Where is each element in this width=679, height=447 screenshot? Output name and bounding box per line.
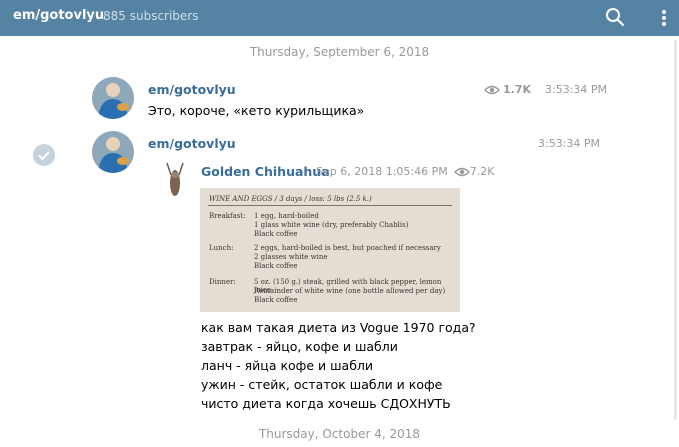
photo-lunch-line: 2 glasses white wine [254,253,328,261]
message-author[interactable]: em/gotovlyu [148,136,236,151]
channel-header: em/gotovlyu 885 subscribers [0,0,679,36]
caption-line: как вам такая диета из Vogue 1970 года? [201,320,476,335]
photo-breakfast-line: Black coffee [254,230,298,238]
forwarded-author[interactable]: Golden Chihuahua [201,164,330,179]
channel-avatar[interactable] [92,77,134,119]
search-icon[interactable] [605,7,625,27]
photo-dinner-line: Black coffee [254,296,298,304]
scrollbar[interactable] [674,40,677,420]
forwarded-avatar[interactable] [160,161,190,201]
views-eye-icon [453,167,470,176]
photo-breakfast-label: Breakfast: [209,212,246,220]
photo-dinner-label: Dinner: [209,278,236,286]
subscriber-count: 885 subscribers [103,9,199,23]
forwarded-date: Sep 6, 2018 1:05:46 PM [316,165,448,178]
caption-line: чисто диета когда хочешь СДОХНУТЬ [201,396,451,411]
caption-line: завтрак - яйцо, кофе и шабли [201,339,398,354]
caption-line: ланч - яйца кофе и шабли [201,358,374,373]
message-time: 3:53:34 PM [538,137,601,150]
views-eye-icon [484,85,500,94]
message-meta: 3:53:34 PM [538,137,600,150]
message-text: Это, короче, «кето курильщика» [148,103,365,118]
date-separator: Thursday, October 4, 2018 [258,427,421,441]
photo-lunch-label: Lunch: [209,244,234,252]
view-count: 1.7K [503,83,532,96]
message-time: 3:53:34 PM [545,83,608,96]
photo-heading: WINE AND EGGS / 3 days / loss: 5 lbs (2.… [209,195,372,203]
photo-breakfast-line: 1 egg, hard-boiled [254,212,319,220]
channel-title[interactable]: em/gotovlyu [13,8,104,23]
select-check-icon[interactable] [33,144,55,166]
caption-line: ужин - стейк, остаток шабли и кофе [201,377,443,392]
message-meta: 1.7K 3:53:34 PM [484,83,607,96]
photo-dinner-line: Remainder of white wine (one bottle allo… [254,287,446,295]
photo-lunch-line: Black coffee [254,262,298,270]
photo-breakfast-line: 1 glass white wine (dry, preferably Chab… [254,221,409,229]
message-author[interactable]: em/gotovlyu [148,82,236,97]
forwarded-meta: Sep 6, 2018 1:05:46 PM 7.2K [316,165,494,178]
view-count: 7.2K [469,165,495,178]
diet-photo[interactable]: WINE AND EGGS / 3 days / loss: 5 lbs (2.… [200,188,460,312]
more-options-icon[interactable] [657,8,671,28]
channel-avatar[interactable] [92,131,134,173]
photo-rule [208,205,452,206]
photo-lunch-line: 2 eggs, hard-boiled is best, but poached… [254,244,441,252]
date-separator: Thursday, September 6, 2018 [249,45,430,59]
